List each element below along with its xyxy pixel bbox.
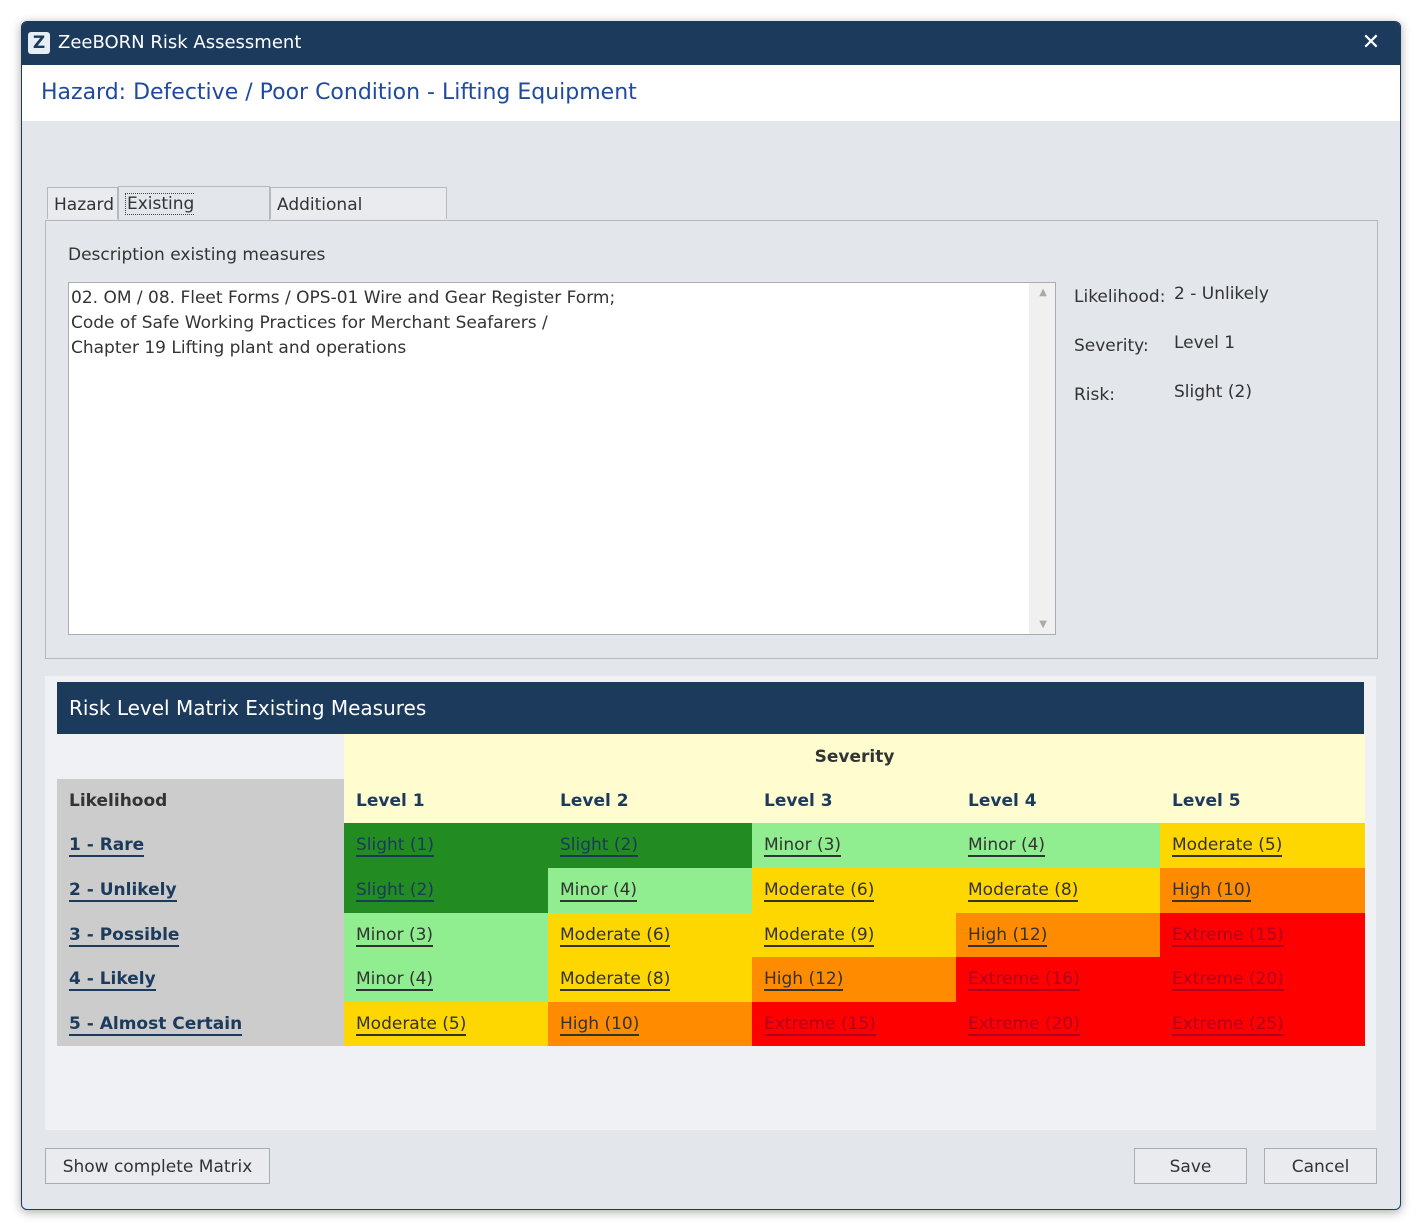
matrix-cell[interactable]: High (10) [1160,868,1365,913]
likelihood-row-label[interactable]: 4 - Likely [57,957,344,1002]
matrix-cell[interactable]: Extreme (15) [1160,913,1365,957]
likelihood-value: 2 - Unlikely [1174,284,1269,304]
severity-level-1: Level 1 [356,791,425,811]
matrix-cell[interactable]: Minor (4) [956,823,1160,868]
severity-level-2: Level 2 [560,791,629,811]
cancel-button[interactable]: Cancel [1264,1148,1377,1184]
matrix-cell[interactable]: Extreme (20) [1160,957,1365,1002]
likelihood-header: Likelihood [57,779,344,823]
save-button[interactable]: Save [1134,1148,1247,1184]
matrix-cell[interactable]: Slight (2) [548,823,752,868]
severity-value: Level 1 [1174,333,1236,353]
hazard-title: Hazard: Defective / Poor Condition - Lif… [41,80,637,105]
likelihood-row-label[interactable]: 3 - Possible [57,913,344,957]
description-label: Description existing measures [68,245,326,265]
show-complete-matrix-button[interactable]: Show complete Matrix [45,1148,270,1184]
severity-header: Severity [814,747,895,767]
matrix-cell[interactable]: Extreme (15) [752,1002,956,1046]
description-textarea[interactable]: 02. OM / 08. Fleet Forms / OPS-01 Wire a… [68,282,1056,635]
matrix-cell[interactable]: Minor (4) [548,868,752,913]
matrix-cell[interactable]: Moderate (9) [752,913,956,957]
description-text: 02. OM / 08. Fleet Forms / OPS-01 Wire a… [71,288,616,358]
window-title: ZeeBORN Risk Assessment [58,32,302,53]
matrix-cell[interactable]: Moderate (5) [344,1002,548,1046]
scroll-down-icon[interactable]: ▼ [1039,619,1047,630]
matrix-cell[interactable]: Slight (1) [344,823,548,868]
severity-level-5: Level 5 [1172,791,1241,811]
description-scrollbar[interactable]: ▲ ▼ [1029,283,1055,634]
likelihood-row-label[interactable]: 1 - Rare [57,823,344,868]
title-bar: Z ZeeBORN Risk Assessment ✕ [22,22,1400,65]
severity-level-4: Level 4 [968,791,1037,811]
matrix-cell[interactable]: Slight (2) [344,868,548,913]
matrix-cell[interactable]: Moderate (8) [548,957,752,1002]
risk-label: Risk: [1074,385,1115,405]
tab-existing-measures[interactable]: Existing Measures [118,186,270,249]
tab-hazard[interactable]: Hazard [47,187,118,219]
risk-value: Slight (2) [1174,382,1252,402]
risk-assessment-window: Z ZeeBORN Risk Assessment ✕ Hazard: Defe… [21,21,1401,1210]
matrix-title: Risk Level Matrix Existing Measures [57,682,1364,734]
matrix-cell[interactable]: Moderate (6) [548,913,752,957]
likelihood-row-label[interactable]: 5 - Almost Certain [57,1002,344,1046]
matrix-cell[interactable]: Moderate (8) [956,868,1160,913]
likelihood-row-label[interactable]: 2 - Unlikely [57,868,344,913]
matrix-cell[interactable]: Moderate (6) [752,868,956,913]
existing-measures-panel: Description existing measures 02. OM / 0… [45,220,1378,659]
app-logo: Z [28,32,50,54]
matrix-cell[interactable]: Extreme (16) [956,957,1160,1002]
severity-label: Severity: [1074,336,1149,356]
matrix-cell[interactable]: Extreme (25) [1160,1002,1365,1046]
matrix-cell[interactable]: High (10) [548,1002,752,1046]
matrix-cell[interactable]: High (12) [956,913,1160,957]
matrix-cell[interactable]: Minor (4) [344,957,548,1002]
matrix-cell[interactable]: Minor (3) [344,913,548,957]
matrix-cell[interactable]: Extreme (20) [956,1002,1160,1046]
tab-additional-measures[interactable]: Additional Measures [270,187,447,249]
severity-level-3: Level 3 [764,791,833,811]
matrix-cell[interactable]: Minor (3) [752,823,956,868]
close-icon[interactable]: ✕ [1356,28,1386,58]
risk-matrix-section: Risk Level Matrix Existing Measures Seve… [45,676,1376,1130]
matrix-cell[interactable]: Moderate (5) [1160,823,1365,868]
likelihood-label: Likelihood: [1074,287,1166,307]
matrix-cell[interactable]: High (12) [752,957,956,1002]
hazard-header: Hazard: Defective / Poor Condition - Lif… [22,65,1400,121]
risk-matrix-grid: Severity Likelihood Level 1 Level 2 Level … [57,734,1365,1046]
scroll-up-icon[interactable]: ▲ [1039,287,1047,298]
